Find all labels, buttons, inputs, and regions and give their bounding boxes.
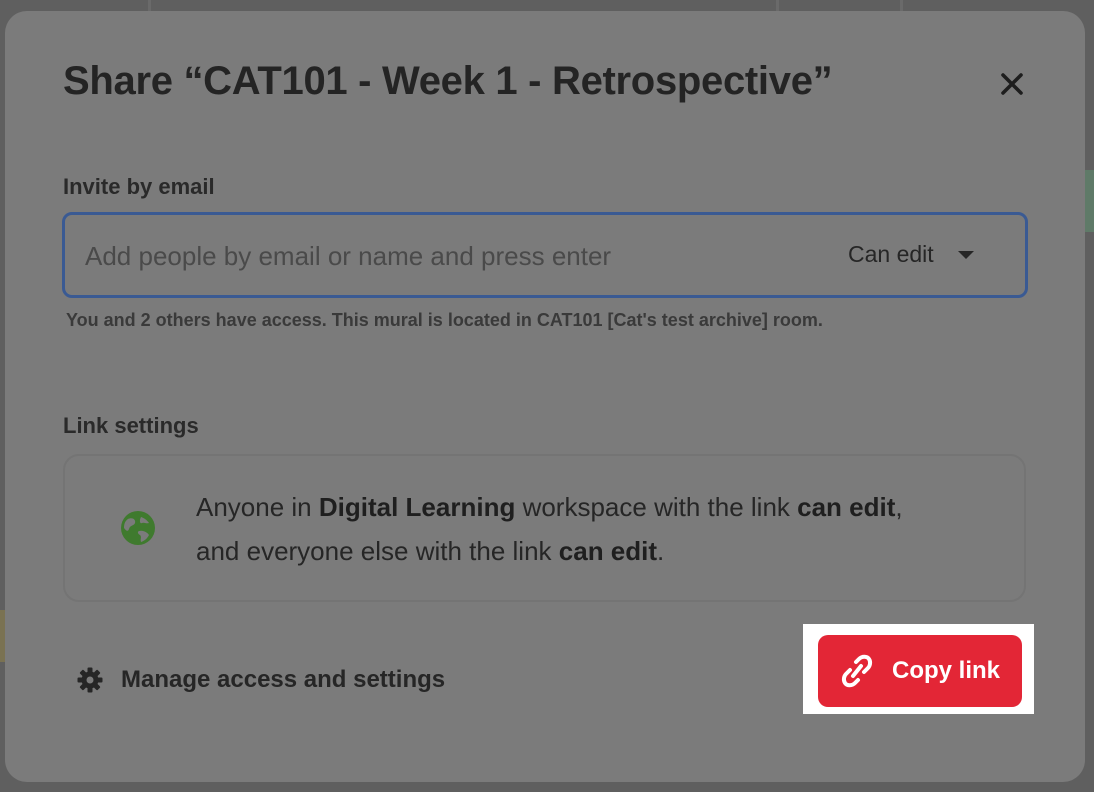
invite-label: Invite by email (63, 174, 215, 199)
link-settings-description: Anyone in Digital Learning workspace wit… (196, 485, 996, 573)
link-settings-card[interactable]: Anyone in Digital Learning workspace wit… (63, 454, 1026, 602)
link-text-part: , (895, 492, 903, 522)
background-sticky-note (1085, 170, 1094, 232)
workspace-permission: can edit (797, 492, 896, 522)
link-settings-label: Link settings (63, 413, 199, 438)
manage-access-label: Manage access and settings (121, 666, 446, 693)
globe-icon (121, 511, 155, 545)
link-text-part: Anyone in (196, 492, 319, 522)
access-note: You and 2 others have access. This mural… (66, 310, 823, 330)
close-icon (1001, 73, 1023, 95)
permission-value: Can edit (848, 241, 934, 267)
link-text-part: and everyone else with the link (196, 536, 559, 566)
copy-link-button[interactable]: Copy link (818, 635, 1022, 707)
invite-field: Can edit (62, 212, 1028, 298)
background-divider (900, 0, 903, 11)
dialog-title: Share “CAT101 - Week 1 - Retrospective” (63, 59, 833, 103)
link-text-part: . (657, 536, 665, 566)
background-divider (776, 0, 779, 11)
gear-icon (77, 667, 103, 693)
everyone-permission: can edit (558, 536, 658, 566)
background-divider (148, 0, 151, 11)
link-icon (841, 654, 873, 688)
copy-link-label: Copy link (891, 657, 1000, 684)
invite-email-input[interactable] (83, 235, 827, 277)
manage-access-button[interactable]: Manage access and settings (77, 666, 445, 694)
permission-dropdown[interactable]: Can edit (848, 241, 976, 268)
close-button[interactable] (991, 63, 1033, 105)
chevron-down-icon (957, 250, 974, 259)
link-text-part: workspace with the link (515, 492, 798, 522)
workspace-name: Digital Learning (318, 492, 516, 522)
